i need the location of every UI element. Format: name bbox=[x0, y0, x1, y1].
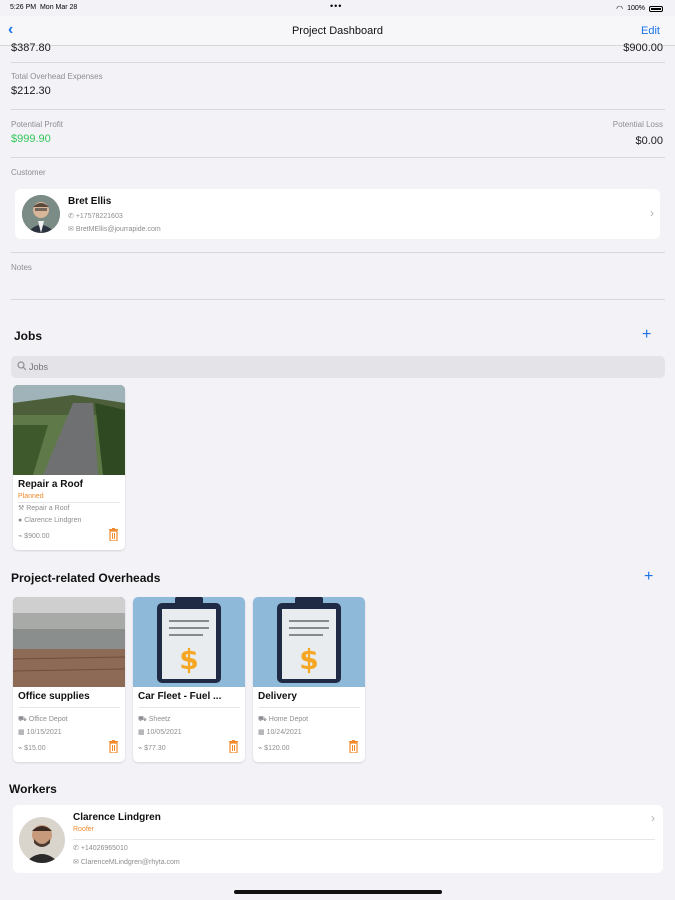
overhead-photo bbox=[13, 597, 125, 687]
trash-icon[interactable] bbox=[228, 740, 239, 758]
phone-icon: ✆ bbox=[68, 213, 74, 220]
partial-right-value: $900.00 bbox=[623, 42, 663, 54]
battery-icon bbox=[649, 5, 663, 12]
overhead-vendor: ⛟ Sheetz bbox=[138, 716, 171, 723]
customer-avatar bbox=[22, 195, 60, 233]
notes-label: Notes bbox=[11, 263, 32, 272]
person-icon: ● bbox=[18, 517, 23, 524]
jobs-title: Jobs bbox=[14, 329, 43, 343]
worker-name: Clarence Lindgren bbox=[73, 812, 161, 823]
home-indicator[interactable] bbox=[234, 890, 442, 894]
overhead-title: Delivery bbox=[258, 691, 297, 702]
partial-financial-row: $387.80 $900.00 bbox=[11, 40, 665, 63]
overhead-card[interactable]: Office supplies ⛟ Office Depot ▦ 10/15/2… bbox=[13, 597, 125, 762]
search-icon bbox=[17, 361, 27, 371]
mail-icon: ✉ bbox=[68, 226, 74, 233]
jobs-search-input[interactable] bbox=[29, 359, 629, 375]
divider bbox=[18, 707, 120, 708]
add-overhead-button[interactable]: + bbox=[644, 568, 653, 586]
overhead-amount: ⌁ $77.30 bbox=[138, 745, 166, 752]
overheads-title: Project-related Overheads bbox=[11, 571, 161, 585]
price-tag-icon: ⌁ bbox=[18, 533, 23, 540]
job-amount: ⌁ $900.00 bbox=[18, 533, 50, 540]
job-worker: ● Clarence Lindgren bbox=[18, 517, 82, 524]
svg-text:$: $ bbox=[179, 643, 198, 676]
overhead-amount: ⌁ $15.00 bbox=[18, 745, 46, 752]
loss-value: $0.00 bbox=[635, 135, 663, 147]
worker-card[interactable]: Clarence Lindgren Roofer ✆ +14026965010 … bbox=[13, 805, 663, 873]
chevron-right-icon: › bbox=[651, 811, 655, 825]
wifi-icon: ◠ bbox=[616, 4, 624, 13]
status-time: 5:26 PM Mon Mar 28 bbox=[10, 4, 78, 11]
svg-text:$: $ bbox=[299, 643, 318, 676]
divider bbox=[18, 502, 120, 503]
worker-email: ✉ ClarenceMLindgren@rhyta.com bbox=[73, 859, 180, 866]
edit-button[interactable]: Edit bbox=[641, 25, 660, 37]
job-photo bbox=[13, 385, 125, 475]
divider bbox=[73, 839, 655, 840]
mail-icon: ✉ bbox=[73, 859, 79, 866]
overhead-label: Total Overhead Expenses bbox=[11, 72, 103, 81]
worker-role: Roofer bbox=[73, 826, 95, 833]
trash-icon[interactable] bbox=[348, 740, 359, 758]
overhead-date: ▦ 10/05/2021 bbox=[138, 729, 182, 736]
truck-icon: ⛟ bbox=[18, 716, 27, 723]
overhead-card[interactable]: $ Delivery ⛟ Home Depot ▦ 10/24/2021 ⌁ $… bbox=[253, 597, 365, 762]
trash-icon[interactable] bbox=[108, 740, 119, 758]
battery-percent: 100% bbox=[627, 5, 645, 12]
overhead-date: ▦ 10/15/2021 bbox=[18, 729, 62, 736]
jobs-search-bar[interactable] bbox=[11, 356, 665, 378]
profit-loss-row: Potential Profit $999.90 Potential Loss … bbox=[11, 120, 665, 158]
page-title: Project Dashboard bbox=[291, 25, 384, 37]
notes-section: Notes bbox=[11, 263, 665, 300]
overhead-card[interactable]: $ Car Fleet - Fuel ... ⛟ Sheetz ▦ 10/05/… bbox=[133, 597, 245, 762]
trash-icon[interactable] bbox=[108, 528, 119, 546]
price-tag-icon: ⌁ bbox=[138, 745, 143, 752]
workers-title: Workers bbox=[9, 782, 57, 796]
customer-label: Customer bbox=[11, 168, 46, 177]
customer-email: ✉ BretMEllis@jourrapide.com bbox=[68, 226, 161, 233]
customer-phone: ✆ +17578221603 bbox=[68, 213, 123, 220]
overhead-vendor: ⛟ Office Depot bbox=[18, 716, 68, 723]
job-card[interactable]: Repair a Roof Planned ⚒ Repair a Roof ● … bbox=[13, 385, 125, 550]
customer-name: Bret Ellis bbox=[68, 196, 112, 207]
worker-avatar bbox=[19, 817, 65, 863]
job-status: Planned bbox=[18, 493, 44, 500]
phone-icon: ✆ bbox=[73, 845, 79, 852]
truck-icon: ⛟ bbox=[258, 716, 267, 723]
overhead-title: Office supplies bbox=[18, 691, 90, 702]
loss-label: Potential Loss bbox=[612, 120, 663, 129]
receipt-clipboard-icon: $ bbox=[133, 597, 245, 687]
overhead-value: $212.30 bbox=[11, 85, 51, 97]
receipt-clipboard-icon: $ bbox=[253, 597, 365, 687]
job-title: Repair a Roof bbox=[18, 479, 84, 490]
chevron-right-icon: › bbox=[650, 206, 654, 220]
calendar-icon: ▦ bbox=[18, 729, 25, 736]
divider bbox=[258, 707, 360, 708]
status-bar: 5:26 PM Mon Mar 28 ••• ◠ 100% bbox=[0, 0, 675, 16]
worker-phone: ✆ +14026965010 bbox=[73, 845, 128, 852]
tools-icon: ⚒ bbox=[18, 505, 25, 512]
customer-card[interactable]: Bret Ellis ✆ +17578221603 ✉ BretMEllis@j… bbox=[15, 189, 660, 239]
add-job-button[interactable]: + bbox=[642, 326, 651, 344]
price-tag-icon: ⌁ bbox=[18, 745, 23, 752]
partial-left-value: $387.80 bbox=[11, 42, 51, 54]
overhead-amount: ⌁ $120.00 bbox=[258, 745, 290, 752]
calendar-icon: ▦ bbox=[138, 729, 145, 736]
overhead-row: Total Overhead Expenses $212.30 bbox=[11, 72, 665, 110]
truck-icon: ⛟ bbox=[138, 716, 147, 723]
price-tag-icon: ⌁ bbox=[258, 745, 263, 752]
divider bbox=[138, 707, 240, 708]
overhead-title: Car Fleet - Fuel ... bbox=[138, 691, 222, 702]
profit-value: $999.90 bbox=[11, 133, 51, 145]
overhead-vendor: ⛟ Home Depot bbox=[258, 716, 309, 723]
multitasking-dots-icon[interactable]: ••• bbox=[330, 1, 342, 11]
calendar-icon: ▦ bbox=[258, 729, 265, 736]
job-type: ⚒ Repair a Roof bbox=[18, 505, 70, 512]
profit-label: Potential Profit bbox=[11, 120, 64, 129]
overhead-date: ▦ 10/24/2021 bbox=[258, 729, 302, 736]
